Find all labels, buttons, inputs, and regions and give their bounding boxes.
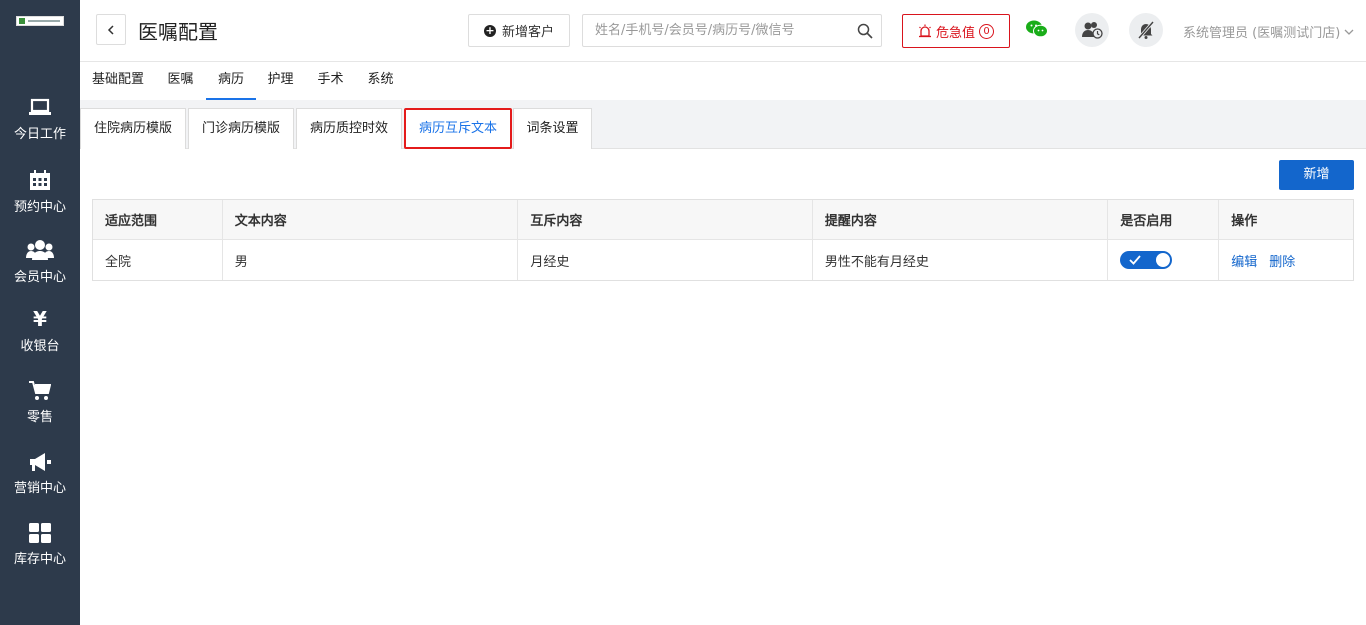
team-clock-button[interactable]	[1075, 13, 1109, 47]
table-row: 全院 男 月经史 男性不能有月经史 编辑 删除	[93, 240, 1353, 280]
critical-value-count: 0	[979, 23, 994, 39]
members-icon	[26, 240, 54, 260]
sidebar-item-label: 营销中心	[13, 481, 66, 496]
sidebar-item-inventory[interactable]: 库存中心	[0, 517, 80, 588]
subtab-exclusive-text[interactable]: 病历互斥文本	[404, 108, 512, 149]
sidebar-item-label: 会员中心	[13, 270, 66, 285]
main-tabs: 基础配置 医嘱 病历 护理 手术 系统	[80, 62, 1366, 100]
check-icon	[1129, 255, 1142, 265]
column-header: 文本内容	[223, 200, 519, 239]
sidebar-item-members[interactable]: 会员中心	[0, 233, 80, 304]
sidebar-item-label: 预约中心	[13, 200, 66, 215]
bell-off-icon	[1137, 21, 1155, 39]
grid-icon	[29, 523, 51, 543]
sidebar-item-today-work[interactable]: 今日工作	[0, 92, 80, 163]
delete-link[interactable]: 删除	[1269, 251, 1295, 270]
tab-medical-records[interactable]: 病历	[206, 62, 256, 100]
exclusive-text-table: 适应范围 文本内容 互斥内容 提醒内容 是否启用 操作 全院 男 月经史 男性不…	[92, 199, 1354, 281]
table-header: 适应范围 文本内容 互斥内容 提醒内容 是否启用 操作	[93, 200, 1353, 240]
column-header: 互斥内容	[518, 200, 813, 239]
back-button[interactable]	[96, 14, 126, 45]
subtab-inpatient-templates[interactable]: 住院病历模版	[80, 108, 186, 149]
tab-system[interactable]: 系统	[367, 62, 394, 100]
column-header: 适应范围	[93, 200, 223, 239]
logo[interactable]	[16, 16, 64, 26]
subtab-quality-timeliness[interactable]: 病历质控时效	[296, 108, 402, 149]
subtab-outpatient-templates[interactable]: 门诊病历模版	[188, 108, 294, 149]
chevron-left-icon	[107, 24, 114, 35]
search-input[interactable]	[583, 15, 843, 46]
notifications-muted-button[interactable]	[1129, 13, 1163, 47]
add-customer-label: 新增客户	[501, 25, 554, 40]
chevron-down-icon	[1344, 29, 1354, 35]
add-new-button[interactable]: 新增	[1279, 160, 1354, 190]
tab-basic-config[interactable]: 基础配置	[92, 62, 144, 100]
tab-nursing[interactable]: 护理	[267, 62, 294, 100]
wechat-icon[interactable]	[1026, 20, 1048, 42]
megaphone-icon	[30, 453, 51, 471]
column-header: 操作	[1231, 214, 1258, 229]
critical-value-label: 危急值	[935, 25, 975, 41]
subtab-bar: 住院病历模版 门诊病历模版 病历质控时效 病历互斥文本 词条设置	[80, 100, 1366, 149]
edit-link[interactable]: 编辑	[1231, 251, 1257, 270]
column-header: 提醒内容	[813, 200, 1109, 239]
yen-icon: ¥	[33, 307, 47, 331]
plus-circle-icon: +	[483, 23, 496, 37]
add-customer-button[interactable]: + 新增客户	[468, 14, 570, 47]
page-title: 医嘱配置	[138, 20, 218, 44]
search-box	[582, 14, 882, 47]
sidebar-item-cashier[interactable]: ¥ 收银台	[0, 304, 80, 375]
enabled-toggle[interactable]	[1120, 251, 1173, 269]
search-icon[interactable]	[857, 23, 873, 39]
cell-scope: 全院	[93, 240, 223, 280]
laptop-icon	[29, 98, 51, 115]
sidebar-item-retail[interactable]: 零售	[0, 375, 80, 446]
tab-surgery[interactable]: 手术	[317, 62, 344, 100]
top-header: 医嘱配置 + 新增客户 危急值 0 系统管理员 (医嘱测试门店)	[80, 0, 1366, 62]
tab-orders[interactable]: 医嘱	[167, 62, 194, 100]
sidebar-item-appointment[interactable]: 预约中心	[0, 163, 80, 234]
critical-value-button[interactable]: 危急值 0	[902, 14, 1010, 48]
cell-enabled	[1108, 240, 1220, 280]
column-header: 是否启用	[1108, 200, 1220, 239]
sidebar-item-marketing[interactable]: 营销中心	[0, 446, 80, 517]
sidebar-item-label: 零售	[26, 410, 53, 425]
cell-exclusive: 月经史	[518, 240, 813, 280]
alarm-icon	[918, 24, 931, 38]
sidebar-item-label: 今日工作	[13, 127, 66, 142]
cart-icon	[29, 381, 51, 400]
sidebar: 今日工作 预约中心 会员中心 ¥ 收银台 零售 营销中心 库存中心	[0, 0, 80, 625]
sidebar-item-label: 库存中心	[13, 552, 66, 567]
cell-actions: 编辑 删除	[1219, 240, 1353, 280]
subtab-term-settings[interactable]: 词条设置	[513, 108, 592, 149]
user-name: 系统管理员 (医嘱测试门店)	[1183, 26, 1341, 41]
sidebar-item-label: 收银台	[20, 339, 60, 354]
calendar-icon	[30, 170, 50, 190]
cell-text: 男	[223, 240, 519, 280]
user-menu[interactable]: 系统管理员 (医嘱测试门店)	[1183, 22, 1354, 41]
team-clock-icon	[1082, 22, 1103, 39]
toggle-knob	[1156, 253, 1171, 267]
cell-reminder: 男性不能有月经史	[813, 240, 1109, 280]
